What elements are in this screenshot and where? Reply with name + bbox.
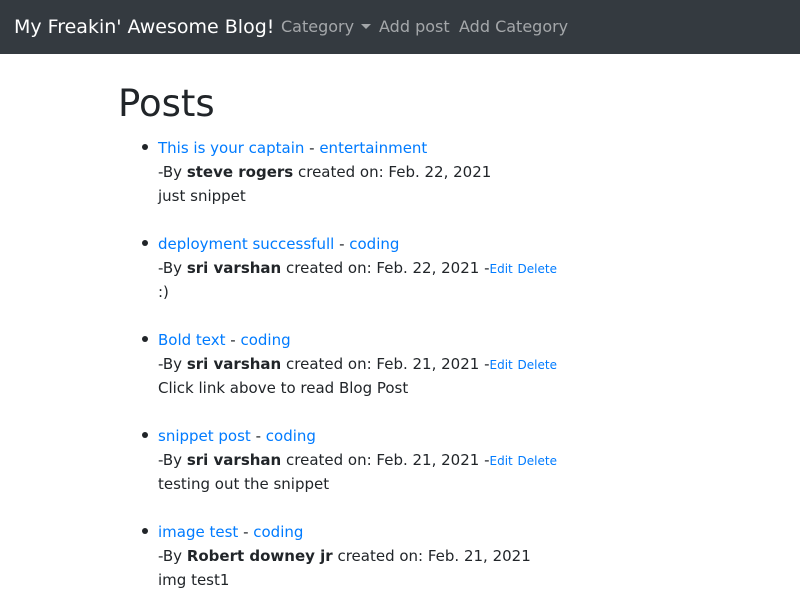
post-heading: image test - coding (158, 520, 758, 544)
post-title-link[interactable]: deployment successfull (158, 235, 334, 253)
post-item: Bold text - coding -By sri varshan create… (142, 328, 758, 424)
post-heading: deployment successfull - coding (158, 232, 758, 256)
bullet-icon (142, 336, 148, 342)
post-meta: -By sri varshan created on: Feb. 21, 202… (158, 448, 758, 472)
post-item: This is your captain - entertainment -By … (142, 136, 758, 232)
post-date: Feb. 22, 2021 (376, 259, 480, 277)
created-on-label: created on: (281, 451, 377, 469)
separator: - (238, 523, 254, 541)
post-category-link[interactable]: coding (349, 235, 399, 253)
actions-dash: - (479, 451, 490, 469)
edit-link[interactable]: Edit (490, 454, 513, 468)
post-list: This is your captain - entertainment -By … (142, 136, 758, 616)
separator: - (225, 331, 241, 349)
post-date: Feb. 21, 2021 (427, 547, 531, 565)
page-title: Posts (118, 82, 215, 125)
post-category-link[interactable]: coding (253, 523, 303, 541)
created-on-label: created on: (281, 259, 377, 277)
post-author: Robert downey jr (186, 547, 333, 565)
bullet-icon (142, 144, 148, 150)
post-author: sri varshan (186, 355, 282, 373)
post-snippet: testing out the snippet (158, 475, 330, 493)
nav-add-category[interactable]: Add Category (459, 16, 568, 38)
navbar-brand[interactable]: My Freakin' Awesome Blog! (14, 14, 274, 40)
post-category-link[interactable]: coding (266, 427, 316, 445)
nav-category-dropdown[interactable]: Category (281, 16, 372, 38)
bullet-icon (142, 528, 148, 534)
actions-dash: - (479, 355, 490, 373)
nav-add-post[interactable]: Add post (379, 16, 450, 38)
post-author: sri varshan (186, 451, 282, 469)
post-date: Feb. 21, 2021 (376, 355, 480, 373)
separator: - (334, 235, 350, 253)
actions-dash: - (479, 259, 490, 277)
post-author: steve rogers (186, 163, 294, 181)
nav-category-label: Category (281, 17, 355, 36)
delete-link[interactable]: Delete (518, 262, 557, 276)
post-meta: -By sri varshan created on: Feb. 21, 202… (158, 352, 758, 376)
post-title-link[interactable]: Bold text (158, 331, 226, 349)
caret-down-icon (361, 24, 372, 29)
edit-link[interactable]: Edit (490, 358, 513, 372)
post-snippet: :) (158, 283, 169, 301)
post-heading: This is your captain - entertainment (158, 136, 758, 160)
post-meta: -By sri varshan created on: Feb. 22, 202… (158, 256, 758, 280)
post-item: image test - coding -By Robert downey jr … (142, 520, 758, 616)
by-prefix: -By (158, 451, 187, 469)
by-prefix: -By (158, 547, 187, 565)
post-item: deployment successfull - coding -By sri v… (142, 232, 758, 328)
post-heading: snippet post - coding (158, 424, 758, 448)
post-category-link[interactable]: coding (240, 331, 290, 349)
post-title-link[interactable]: image test (158, 523, 238, 541)
post-title-link[interactable]: This is your captain (158, 139, 304, 157)
post-meta: -By steve rogers created on: Feb. 22, 20… (158, 160, 758, 184)
post-snippet: Click link above to read Blog Post (158, 379, 409, 397)
by-prefix: -By (158, 163, 187, 181)
post-meta: -By Robert downey jr created on: Feb. 21… (158, 544, 758, 568)
delete-link[interactable]: Delete (518, 358, 557, 372)
separator: - (304, 139, 320, 157)
bullet-icon (142, 240, 148, 246)
post-item: snippet post - coding -By sri varshan cre… (142, 424, 758, 520)
created-on-label: created on: (293, 163, 389, 181)
post-date: Feb. 21, 2021 (376, 451, 480, 469)
bullet-icon (142, 432, 148, 438)
post-category-link[interactable]: entertainment (319, 139, 427, 157)
post-date: Feb. 22, 2021 (388, 163, 492, 181)
created-on-label: created on: (332, 547, 428, 565)
post-heading: Bold text - coding (158, 328, 758, 352)
post-snippet: just snippet (158, 187, 246, 205)
edit-link[interactable]: Edit (490, 262, 513, 276)
delete-link[interactable]: Delete (518, 454, 557, 468)
by-prefix: -By (158, 355, 187, 373)
by-prefix: -By (158, 259, 187, 277)
post-author: sri varshan (186, 259, 282, 277)
created-on-label: created on: (281, 355, 377, 373)
post-title-link[interactable]: snippet post (158, 427, 251, 445)
post-snippet: img test1 (158, 571, 230, 589)
top-navbar: My Freakin' Awesome Blog! Category Add p… (0, 0, 800, 54)
separator: - (250, 427, 266, 445)
